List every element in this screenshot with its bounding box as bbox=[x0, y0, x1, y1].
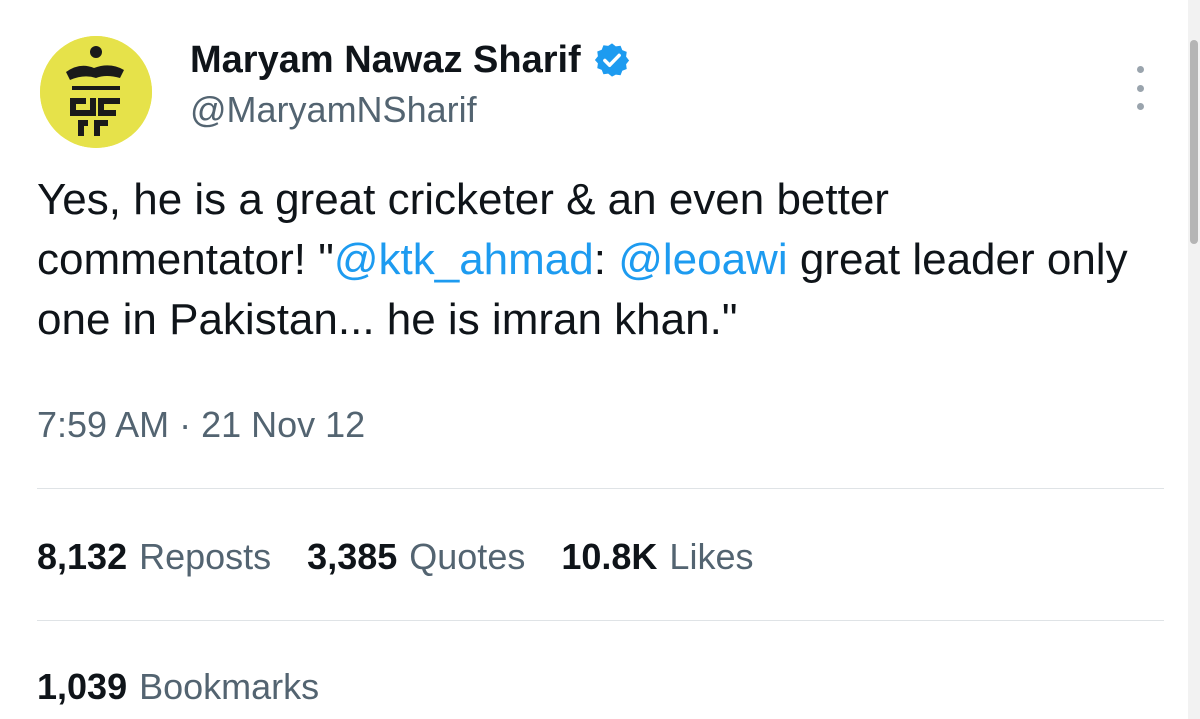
quotes-stat[interactable]: 3,385 Quotes bbox=[307, 532, 525, 582]
party-logo-icon bbox=[40, 36, 152, 148]
reposts-count: 8,132 bbox=[37, 536, 128, 577]
quotes-count: 3,385 bbox=[307, 536, 398, 577]
engagement-stats: 8,132 Reposts 3,385 Quotes 10.8K Likes bbox=[37, 532, 789, 582]
quotes-label: Quotes bbox=[409, 536, 526, 577]
bookmarks-count: 1,039 bbox=[37, 666, 128, 707]
tweet-text-part: : bbox=[593, 235, 619, 284]
user-handle[interactable]: @MaryamNSharif bbox=[190, 88, 477, 132]
bookmarks-stat[interactable]: 1,039 Bookmarks bbox=[37, 662, 319, 712]
tweet-text: Yes, he is a great cricketer & an even b… bbox=[37, 170, 1157, 350]
tweet-timestamp[interactable]: 7:59 AM · 21 Nov 12 bbox=[37, 402, 365, 448]
mention-link[interactable]: @leoawi bbox=[618, 235, 787, 284]
likes-count: 10.8K bbox=[561, 536, 658, 577]
display-name-row[interactable]: Maryam Nawaz Sharif bbox=[190, 38, 631, 82]
reposts-label: Reposts bbox=[139, 536, 272, 577]
scrollbar-thumb[interactable] bbox=[1190, 40, 1198, 244]
display-name[interactable]: Maryam Nawaz Sharif bbox=[190, 38, 581, 82]
avatar[interactable] bbox=[40, 36, 152, 148]
verified-badge-icon bbox=[593, 41, 631, 79]
divider bbox=[37, 488, 1164, 489]
bookmarks-label: Bookmarks bbox=[139, 666, 320, 707]
reposts-stat[interactable]: 8,132 Reposts bbox=[37, 532, 271, 582]
divider bbox=[37, 620, 1164, 621]
bookmarks-stats: 1,039 Bookmarks bbox=[37, 662, 355, 712]
likes-label: Likes bbox=[669, 536, 754, 577]
more-vertical-icon[interactable] bbox=[1128, 60, 1152, 116]
mention-link[interactable]: @ktk_ahmad bbox=[334, 235, 594, 284]
likes-stat[interactable]: 10.8K Likes bbox=[561, 532, 753, 582]
